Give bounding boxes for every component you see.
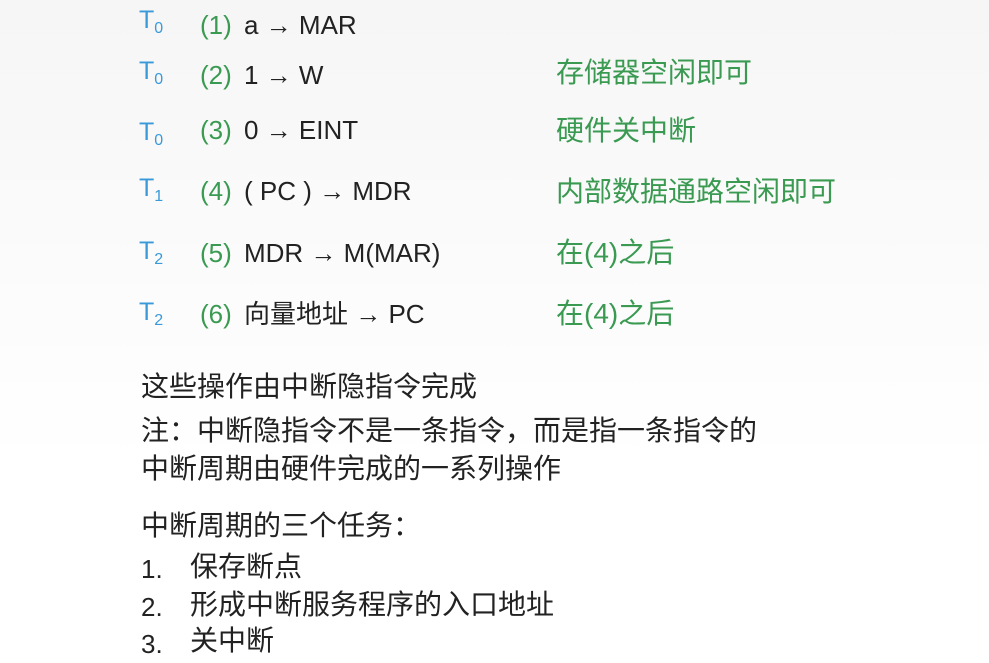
- list-item-text: 关中断: [190, 625, 275, 656]
- explanation-line-3: 中断周期由硬件完成的一系列操作: [141, 453, 562, 484]
- micro-operation: 1 → W: [244, 60, 324, 90]
- step-row-4: T1 (4) ( PC ) → MDR 内部数据通路空闲即可: [0, 172, 989, 222]
- step-row-1: T0 (1) a → MAR: [0, 4, 989, 54]
- step-number: (3): [200, 115, 232, 145]
- time-label: T0: [139, 118, 164, 149]
- time-label: T1: [139, 174, 164, 205]
- time-label: T2: [139, 237, 164, 268]
- list-item-text: 形成中断服务程序的入口地址: [190, 589, 555, 620]
- step-note: 在(4)之后: [556, 237, 675, 268]
- step-number: (4): [200, 176, 232, 206]
- list-item-number: 3.: [141, 629, 163, 659]
- time-label: T0: [139, 6, 164, 37]
- micro-operation: a → MAR: [244, 10, 357, 40]
- list-item-number: 2.: [141, 592, 163, 622]
- step-note: 硬件关中断: [556, 115, 697, 146]
- step-note: 内部数据通路空闲即可: [556, 176, 837, 207]
- step-row-2: T0 (2) 1 → W 存储器空闲即可: [0, 55, 989, 105]
- step-note: 存储器空闲即可: [556, 57, 753, 88]
- step-number: (2): [200, 60, 232, 90]
- explanation-line-2: 注：中断隐指令不是一条指令，而是指一条指令的: [141, 415, 758, 446]
- micro-operation: MDR → M(MAR): [244, 238, 441, 268]
- time-label: T2: [139, 298, 164, 329]
- step-number: (6): [200, 299, 232, 329]
- step-row-3: T0 (3) 0 → EINT 硬件关中断: [0, 112, 989, 162]
- step-row-6: T2 (6) 向量地址 → PC 在(4)之后: [0, 294, 989, 344]
- step-number: (5): [200, 238, 232, 268]
- micro-operation: 0 → EINT: [244, 115, 359, 145]
- tasks-title: 中断周期的三个任务：: [141, 510, 422, 541]
- list-item-number: 1.: [141, 554, 163, 584]
- explanation-line-1: 这些操作由中断隐指令完成: [141, 371, 478, 402]
- list-item-text: 保存断点: [190, 551, 303, 582]
- step-note: 在(4)之后: [556, 298, 675, 329]
- step-number: (1): [200, 10, 232, 40]
- time-label: T0: [139, 57, 164, 88]
- step-row-5: T2 (5) MDR → M(MAR) 在(4)之后: [0, 233, 989, 283]
- micro-operation: 向量地址 → PC: [244, 299, 425, 329]
- micro-operation: ( PC ) → MDR: [244, 176, 412, 206]
